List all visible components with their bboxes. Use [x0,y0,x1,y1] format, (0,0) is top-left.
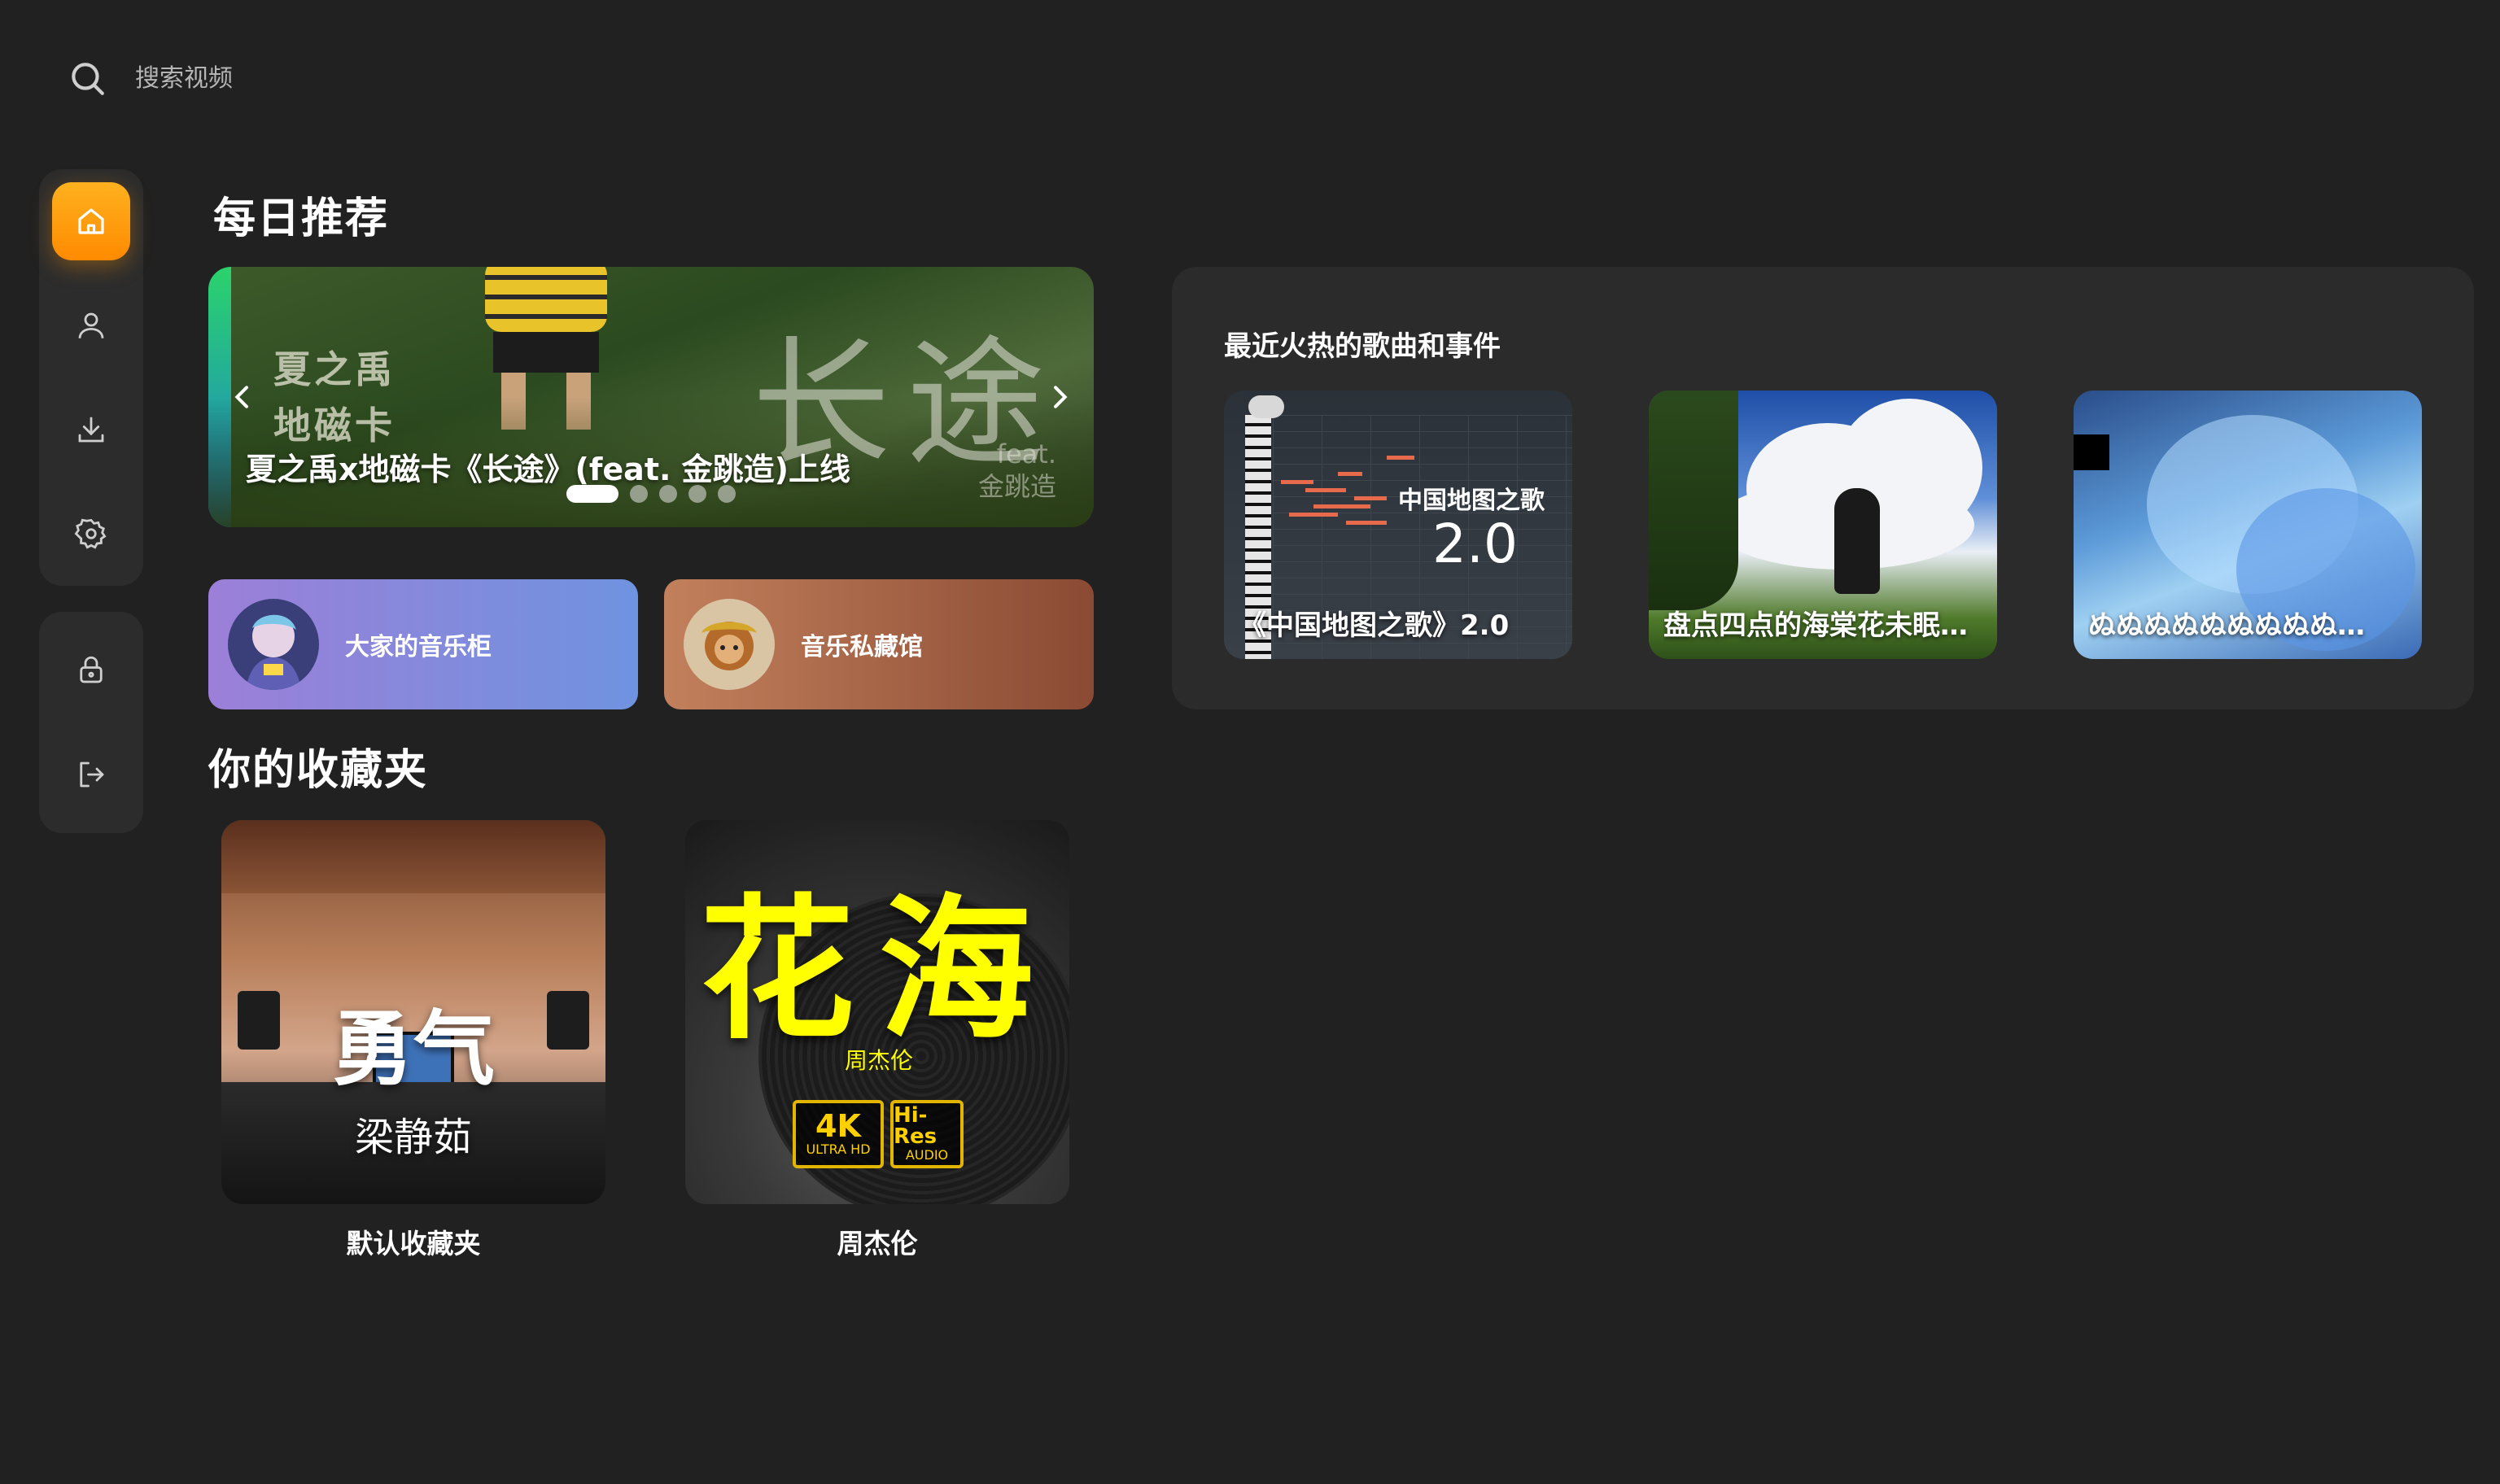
carousel-dot[interactable] [718,485,736,503]
cover-title: 花海 [700,879,1059,1060]
search-icon[interactable] [67,58,107,98]
favorite-folder-default[interactable]: 勇气 梁静茹 默认收藏夹 [221,820,605,1261]
chevron-left-icon[interactable] [226,381,259,413]
cover-black-square [2074,434,2109,470]
cover-ceiling [221,820,605,893]
banner-caption: 夏之禹x地磁卡《长途》(feat. 金跳造)上线 [246,452,851,487]
hot-caption: 盘点四点的海棠花未眠… [1663,609,1968,642]
lock-icon [80,656,103,683]
badge-hires-big: Hi-Res [894,1103,938,1150]
user-icon [78,312,104,338]
carousel-dot[interactable] [630,485,648,503]
favorite-folder-jay-chou[interactable]: 花海 周杰伦 4K ULTRA HD Hi-Res AUDIO 周杰伦 [685,820,1069,1261]
roll-note [1354,496,1387,500]
hot-title: 最近火热的歌曲和事件 [1224,330,1501,363]
pill-label: 音乐私藏馆 [801,633,923,661]
hot-caption: 《中国地图之歌》2.0 [1239,609,1510,642]
hot-panel: 最近火热的歌曲和事件 中国地图之歌 2.0 《中国地图之歌》2.0 盘点四点的海… [1172,267,2474,709]
sidebar-item-lock[interactable] [52,631,130,709]
cover-title: 勇气 [332,1001,495,1097]
pill-label: 大家的音乐柜 [345,633,492,661]
roll-note [1387,456,1414,460]
sidebar-item-download[interactable] [52,391,130,469]
avatar-art [684,599,775,690]
banner-carousel[interactable]: 夏之禹 地磁卡 长途 feat. 金跳造 夏之禹x地磁卡《长途》(feat. 金… [208,267,1094,527]
chevron-right-icon[interactable] [1043,381,1076,413]
carousel-dot[interactable] [566,485,618,503]
gear-icon [74,518,107,549]
app-root: 每日推荐 夏之禹 地磁卡 长途 feat. 金跳造 夏之禹x地磁卡《长途》(fe… [0,0,2500,1484]
hot-card[interactable]: 盘点四点的海棠花未眠… [1649,391,1997,659]
sidebar-nav [39,169,143,586]
badge-4k: 4K ULTRA HD [793,1100,884,1168]
hot-card[interactable]: ぬぬぬぬぬぬぬぬぬ… [2074,391,2422,659]
avatar [684,599,775,690]
hot-card[interactable]: 中国地图之歌 2.0 《中国地图之歌》2.0 [1224,391,1572,659]
favorite-cover: 勇气 梁静茹 [221,820,605,1204]
cover-subtitle: 梁静茹 [354,1115,472,1160]
badge-hires-small: AUDIO [905,1147,949,1163]
carousel-dot[interactable] [688,485,706,503]
sidebar-item-settings[interactable] [52,495,130,573]
banner-feat-line1: feat. [996,439,1056,469]
pill-shared-music-cabinet[interactable]: 大家的音乐柜 [208,579,638,709]
roll-note [1281,480,1313,484]
avatar-art [228,599,319,690]
sidebar-item-home[interactable] [52,182,130,260]
search-bar [67,57,542,99]
banner-artist: 夏之禹 地磁卡 [273,342,396,454]
logout-icon [80,762,104,788]
home-icon [78,208,104,234]
sidebar-item-profile[interactable] [52,286,130,364]
favorites-title: 你的收藏夹 [208,746,429,795]
sidebar-account [39,612,143,833]
carousel-dot[interactable] [659,485,677,503]
cover-tree [1649,391,1738,610]
badge-4k-small: ULTRA HD [806,1141,871,1158]
roll-note [1289,513,1338,517]
pill-music-private-collection[interactable]: 音乐私藏馆 [664,579,1094,709]
avatar [228,599,319,690]
hot-caption: ぬぬぬぬぬぬぬぬぬ… [2088,609,2365,642]
favorite-name: 默认收藏夹 [346,1228,481,1259]
search-input[interactable] [135,63,542,93]
favorite-name: 周杰伦 [837,1228,918,1259]
banner-artist-line1: 夏之禹 [273,347,396,391]
cover-subtitle: 周杰伦 [845,1047,914,1074]
roll-note [1338,472,1362,476]
badge-4k-big: 4K [815,1108,861,1145]
download-icon [78,417,104,443]
carousel-dots [566,485,736,503]
roll-note [1305,488,1346,492]
cover-version: 2.0 [1432,513,1518,575]
badge-hires: Hi-Res AUDIO [890,1100,964,1168]
cover-label: 中国地图之歌 [1398,487,1545,515]
banner-feat-line2: 金跳造 [977,471,1056,502]
roll-note [1313,504,1370,508]
sidebar-item-logout[interactable] [52,735,130,814]
cover-silhouette [1834,488,1880,594]
favorite-cover: 花海 周杰伦 4K ULTRA HD Hi-Res AUDIO [685,820,1069,1204]
roll-note [1346,521,1387,525]
play-icon [1248,395,1284,418]
daily-title: 每日推荐 [213,194,390,243]
banner-feat: feat. 金跳造 [978,438,1056,503]
